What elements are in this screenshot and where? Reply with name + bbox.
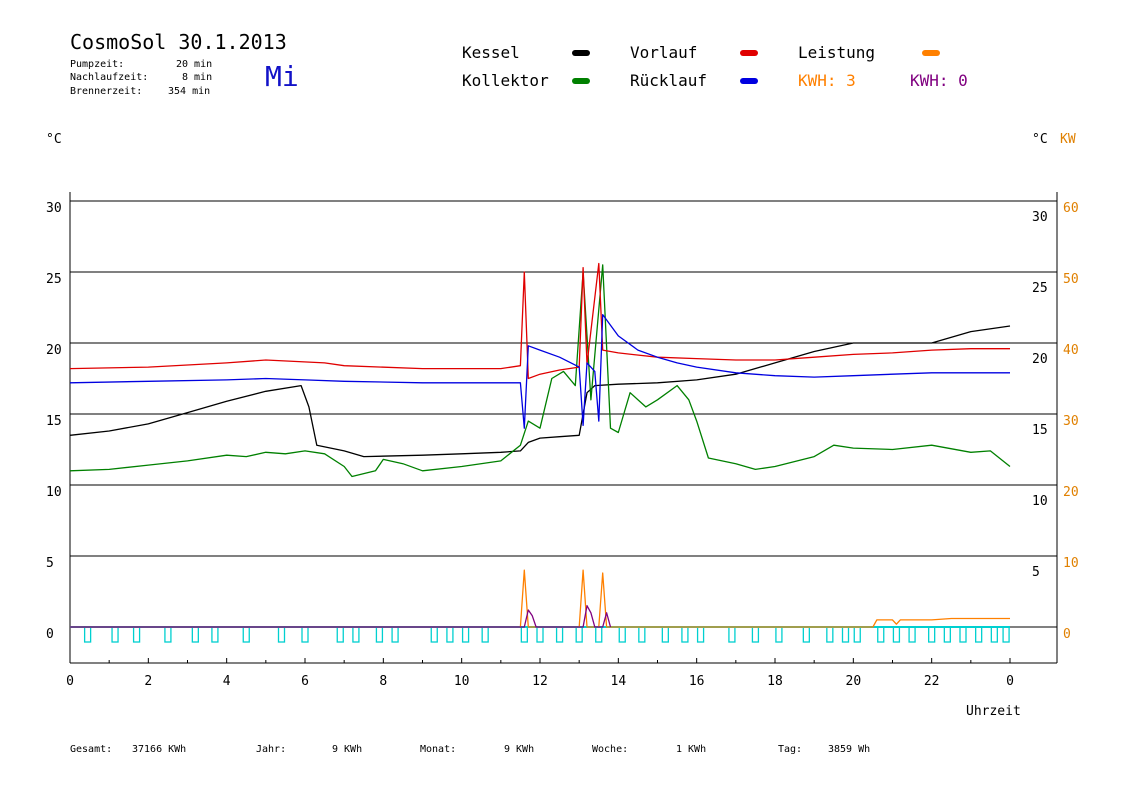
y-tick-right: 5 — [1032, 565, 1040, 580]
y-tick-kw: 30 — [1063, 414, 1079, 429]
x-axis-label: Uhrzeit — [966, 704, 1021, 719]
pulse-marker — [111, 626, 119, 643]
y-tick-kw: 20 — [1063, 485, 1079, 500]
pulse-marker — [461, 626, 470, 643]
footer-gesamt-label: Gesamt: — [70, 744, 113, 755]
pulse-marker — [555, 626, 564, 643]
x-tick-label: 10 — [454, 674, 470, 689]
temperature-chart: 0 05 1010 2015 3020 4025 5030 6051015202530°C °C… — [46, 132, 1079, 719]
x-tick-label: 14 — [611, 674, 627, 689]
pulse-marker — [191, 626, 199, 643]
y-tick-left: 30 — [46, 201, 62, 216]
pulse-marker — [943, 626, 951, 643]
pulse-marker — [826, 626, 834, 643]
pulse-marker — [751, 626, 760, 643]
x-tick-label: 22 — [924, 674, 940, 689]
footer-tag-value: 3859 Wh — [828, 744, 871, 755]
pulse-marker — [661, 626, 669, 643]
y-tick-right: 15 — [1032, 423, 1048, 438]
x-tick-label: 0 — [66, 674, 74, 689]
pulse-marker — [481, 626, 489, 643]
pulse-marker — [446, 626, 454, 643]
pulse-marker — [277, 626, 286, 643]
pulse-marker — [802, 626, 810, 643]
y-tick-left: 20 — [46, 343, 62, 358]
x-tick-label: 20 — [846, 674, 862, 689]
y-tick-right: 10 — [1032, 494, 1048, 509]
series-line-kwh — [70, 605, 612, 628]
y-tick-left: 25 — [46, 272, 62, 287]
pulse-marker — [728, 626, 736, 643]
pulse-marker — [83, 626, 92, 643]
y-unit-right: °C — [1032, 132, 1048, 147]
pulse-marker — [575, 626, 583, 643]
x-tick-label: 2 — [144, 674, 152, 689]
pulse-marker — [536, 626, 544, 643]
footer-gesamt-value: 37166 KWh — [132, 744, 187, 755]
footer-tag-label: Tag: — [778, 744, 803, 755]
pulse-marker — [841, 626, 850, 643]
y-tick-kw: 60 — [1063, 201, 1079, 216]
pulse-marker — [775, 626, 783, 643]
footer-monat-label: Monat: — [420, 744, 457, 755]
y-tick-left: 15 — [46, 414, 62, 429]
y-tick-kw: 50 — [1063, 272, 1079, 287]
footer-monat-value: 9 KWh — [504, 744, 535, 755]
y-tick-kw: 40 — [1063, 343, 1079, 358]
series-line-leistung — [70, 569, 1010, 628]
series-line-rücklauf — [69, 313, 1010, 429]
footer-woche-label: Woche: — [592, 744, 629, 755]
footer-jahr-label: Jahr: — [256, 744, 287, 755]
x-tick-label: 16 — [689, 674, 705, 689]
pulse-marker — [391, 626, 399, 643]
pulse-marker — [853, 626, 861, 643]
pulse-marker — [638, 626, 646, 643]
y-tick-kw: 0 — [1063, 627, 1071, 642]
pulse-marker — [928, 626, 936, 643]
x-tick-label: 12 — [532, 674, 548, 689]
x-tick-label: 0 — [1006, 674, 1014, 689]
pulse-marker — [696, 626, 705, 643]
y-tick-left: 0 — [46, 627, 54, 642]
y-tick-right: 20 — [1032, 352, 1048, 367]
x-tick-label: 8 — [379, 674, 387, 689]
series-line-kollektor — [69, 264, 1011, 478]
footer-jahr-value: 9 KWh — [332, 744, 363, 755]
pulse-marker — [301, 626, 309, 643]
pulse-marker — [242, 626, 250, 643]
pulse-marker — [164, 626, 172, 643]
y-tick-left: 10 — [46, 485, 62, 500]
y-tick-kw: 10 — [1063, 556, 1079, 571]
pulse-marker — [681, 626, 689, 643]
pulse-marker — [892, 626, 901, 643]
pulse-marker — [352, 626, 360, 643]
pulse-marker — [959, 626, 967, 643]
pulse-marker — [1002, 626, 1010, 643]
series-line-vorlauf — [69, 262, 1010, 380]
pulse-marker — [430, 626, 438, 643]
pulse-marker — [595, 626, 603, 643]
y-unit-kw: KW — [1060, 132, 1076, 147]
y-tick-right: 25 — [1032, 281, 1048, 296]
y-unit-left: °C — [46, 132, 62, 147]
pulse-marker — [618, 626, 626, 643]
pulse-marker — [990, 626, 998, 643]
pulse-marker — [211, 626, 219, 643]
x-tick-label: 6 — [301, 674, 309, 689]
x-tick-label: 4 — [223, 674, 231, 689]
pulse-marker — [877, 626, 885, 643]
series-line-kessel — [69, 325, 1011, 458]
pulse-marker — [908, 626, 916, 643]
y-tick-left: 5 — [46, 556, 54, 571]
footer-woche-value: 1 KWh — [676, 744, 707, 755]
pulse-marker — [520, 626, 528, 643]
y-tick-right: 30 — [1032, 210, 1048, 225]
pulse-marker — [336, 626, 344, 643]
pulse-marker — [132, 626, 141, 643]
x-tick-label: 18 — [767, 674, 783, 689]
pulse-marker — [375, 626, 384, 643]
pulse-marker — [975, 626, 983, 643]
